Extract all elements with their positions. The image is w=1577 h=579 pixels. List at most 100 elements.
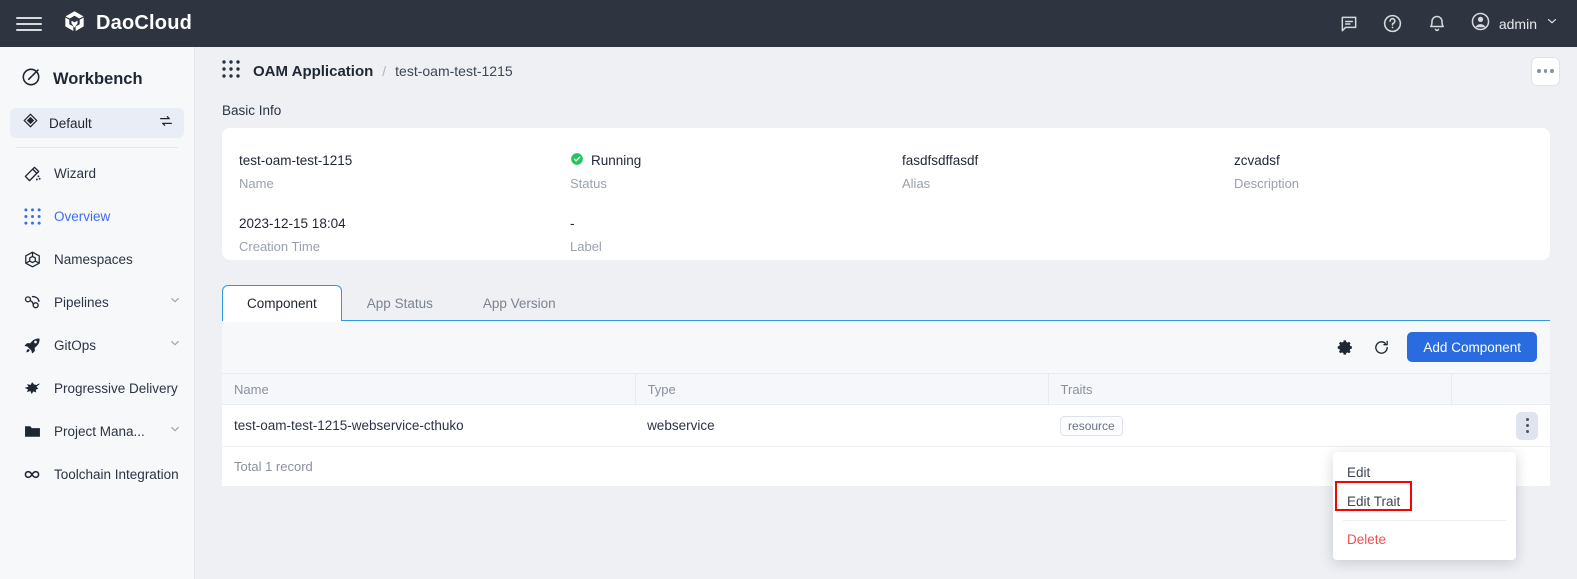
gear-icon[interactable] — [1335, 337, 1355, 357]
info-field: fasdfsdffasdfAlias — [886, 150, 1218, 191]
cell-traits: resource — [1048, 405, 1451, 447]
topbar-actions: admin — [1338, 11, 1577, 37]
info-label: Label — [570, 239, 886, 254]
menu-item-label: Edit Trait — [1347, 494, 1400, 509]
cell-actions — [1451, 405, 1550, 447]
info-label: Status — [570, 176, 886, 191]
tab-app-status[interactable]: App Status — [342, 285, 458, 321]
table-toolbar: Add Component — [222, 321, 1550, 373]
info-value: - — [570, 213, 886, 233]
column-header: Type — [635, 374, 1048, 405]
info-field: zcvadsfDescription — [1218, 150, 1550, 191]
sidebar-item-label: GitOps — [54, 338, 96, 353]
menu-item-delete[interactable]: Delete — [1333, 525, 1516, 554]
menu-separator — [1343, 520, 1506, 521]
info-field: 2023-12-15 18:04Creation Time — [222, 213, 554, 254]
menu-item-edit[interactable]: Edit — [1333, 458, 1516, 487]
row-context-menu: Edit Edit Trait Delete — [1333, 452, 1516, 560]
infinity-icon — [22, 465, 42, 485]
workspace-label: Default — [49, 116, 92, 131]
sidebar-item-gitops[interactable]: GitOps — [0, 324, 194, 367]
wand-icon — [22, 164, 42, 184]
chevron-down-icon[interactable] — [168, 336, 182, 355]
brand-name: DaoCloud — [96, 12, 192, 35]
info-label: Description — [1234, 176, 1550, 191]
kebab-menu-icon[interactable] — [1516, 412, 1538, 440]
sidebar-item-progressive-delivery[interactable]: Progressive Delivery — [0, 367, 194, 410]
column-header-label: Name — [234, 382, 269, 397]
sidebar-item-label: Pipelines — [54, 295, 109, 310]
pipeline-icon — [22, 293, 42, 313]
sidebar-item-label: Progressive Delivery — [54, 381, 178, 396]
sidebar-divider — [16, 147, 178, 148]
breadcrumb-current: test-oam-test-1215 — [395, 63, 513, 79]
info-value: Running — [591, 153, 641, 168]
sidebar-item-toolchain-integration[interactable]: Toolchain Integration — [0, 453, 194, 496]
workbench-header: Workbench — [0, 57, 194, 102]
sidebar: Workbench Default Wizard Overview Namespac… — [0, 47, 195, 579]
sidebar-item-overview[interactable]: Overview — [0, 195, 194, 238]
info-label: Name — [239, 176, 554, 191]
rocket-icon — [22, 336, 42, 356]
sidebar-item-label: Wizard — [54, 166, 96, 181]
chevron-down-icon[interactable] — [168, 422, 182, 441]
chevron-down-icon — [1545, 14, 1559, 33]
tab-component[interactable]: Component — [222, 285, 342, 321]
column-header-label: Type — [648, 382, 676, 397]
hamburger-icon[interactable] — [16, 15, 42, 33]
column-header: Name — [222, 374, 635, 405]
brand-logo[interactable]: DaoCloud — [62, 9, 192, 39]
sidebar-item-label: Project Mana... — [54, 424, 145, 439]
info-field: Running Status — [554, 150, 886, 191]
workspace-selector[interactable]: Default — [10, 108, 184, 138]
top-bar: DaoCloud — [0, 0, 1577, 47]
tab-strip: Component App Status App Version — [222, 285, 1550, 321]
info-label: Alias — [902, 176, 1218, 191]
grid-icon — [22, 207, 42, 227]
table-body: test-oam-test-1215-webservice-cthukowebs… — [222, 405, 1550, 447]
menu-item-edit-trait[interactable]: Edit Trait — [1333, 487, 1516, 516]
basic-info-row-2: 2023-12-15 18:04Creation Time- Label — [222, 213, 1550, 254]
chevron-down-icon[interactable] — [168, 293, 182, 312]
tab-label: App Status — [367, 296, 433, 311]
help-icon[interactable] — [1382, 13, 1404, 35]
apps-grid-icon — [221, 59, 241, 84]
cell-type: webservice — [635, 405, 1048, 447]
basic-info-row-1: test-oam-test-1215 Name Running Statusfasdf… — [222, 150, 1550, 191]
breadcrumb-root[interactable]: OAM Application — [253, 63, 373, 80]
daocloud-logo-icon — [62, 9, 87, 39]
sidebar-nav: Wizard Overview Namespaces Pipelines GitOps P… — [0, 152, 194, 496]
status-ok-icon — [570, 152, 584, 169]
sidebar-item-label: Overview — [54, 209, 110, 224]
user-menu[interactable]: admin — [1470, 11, 1559, 37]
notification-icon[interactable] — [1426, 13, 1448, 35]
column-header: Traits — [1048, 374, 1451, 405]
actions-wrapper — [1463, 412, 1550, 440]
table-row[interactable]: test-oam-test-1215-webservice-cthukowebs… — [222, 405, 1550, 447]
component-table: Name Type Traits test-oam-test-1215-webser… — [222, 373, 1550, 447]
table-header-row: Name Type Traits — [222, 374, 1550, 405]
tab-app-version[interactable]: App Version — [458, 285, 581, 321]
workbench-title: Workbench — [53, 70, 143, 89]
sidebar-item-pipelines[interactable]: Pipelines — [0, 281, 194, 324]
sidebar-item-label: Toolchain Integration — [54, 467, 179, 482]
workbench-icon — [20, 66, 42, 93]
basic-info-card: test-oam-test-1215 Name Running Statusfasdf… — [222, 128, 1550, 260]
folder-icon — [22, 422, 42, 442]
add-component-button[interactable]: Add Component — [1407, 332, 1537, 362]
swap-icon[interactable] — [158, 113, 174, 134]
info-value: test-oam-test-1215 — [239, 150, 554, 170]
info-field: - Label — [554, 213, 886, 254]
breadcrumb-separator: / — [382, 63, 386, 79]
main-content: OAM Application / test-oam-test-1215 Bas… — [195, 47, 1577, 579]
sidebar-item-namespaces[interactable]: Namespaces — [0, 238, 194, 281]
basic-info-title: Basic Info — [195, 95, 1577, 128]
refresh-icon[interactable] — [1371, 337, 1391, 357]
tab-label: App Version — [483, 296, 556, 311]
column-header-label: Traits — [1061, 382, 1093, 397]
more-actions-button[interactable] — [1531, 57, 1560, 86]
sidebar-item-project-mana[interactable]: Project Mana... — [0, 410, 194, 453]
trait-tag: resource — [1060, 416, 1123, 436]
sidebar-item-wizard[interactable]: Wizard — [0, 152, 194, 195]
feedback-icon[interactable] — [1338, 13, 1360, 35]
